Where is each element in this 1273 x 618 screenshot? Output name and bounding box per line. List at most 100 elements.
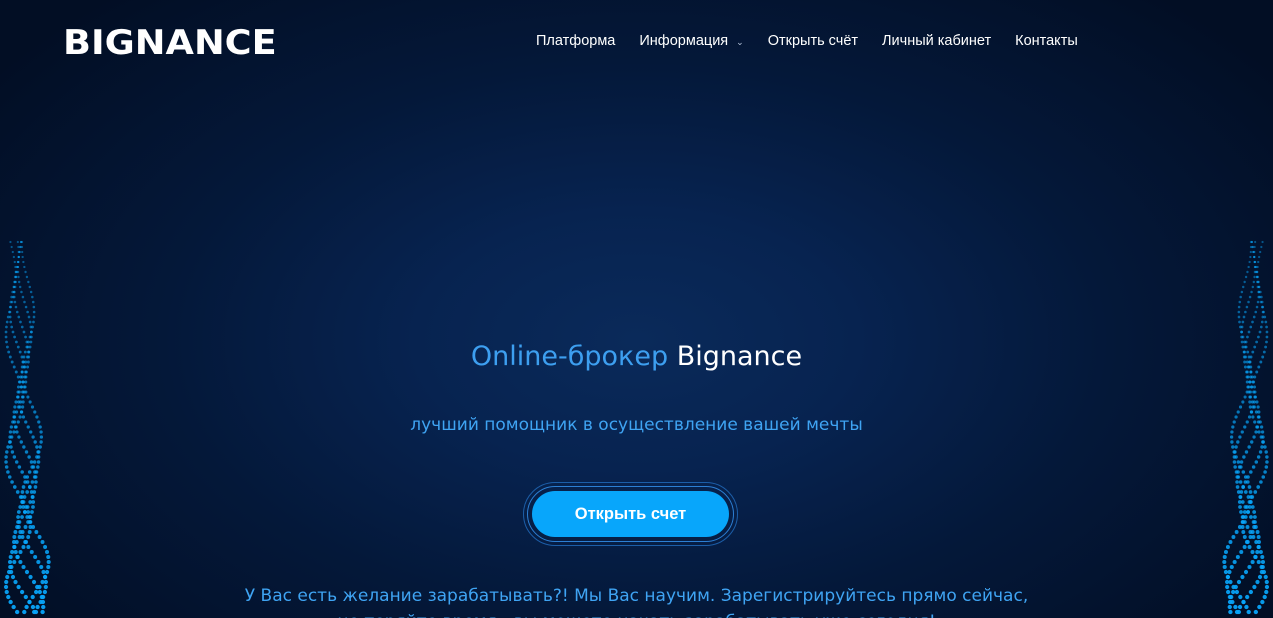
decor-dot [1237, 604, 1243, 610]
decor-dot [14, 270, 18, 274]
decor-dot [1253, 270, 1257, 274]
decor-dot [16, 395, 20, 399]
decor-dot [13, 549, 18, 555]
decor-dot [21, 545, 26, 549]
decor-dot [1261, 315, 1265, 319]
decor-dot [1225, 545, 1230, 549]
decor-dot [1241, 320, 1245, 324]
decor-dot [1244, 450, 1249, 454]
decor-dot [1252, 525, 1257, 529]
decor-dot [1253, 275, 1256, 279]
decor-dot [1255, 400, 1259, 404]
decor-dot [23, 594, 28, 600]
decor-dot [1245, 305, 1249, 309]
decor-dot [17, 260, 20, 264]
decor-dot [23, 525, 28, 529]
decor-dot [38, 599, 43, 605]
decor-dot [1234, 589, 1239, 595]
decor-dot [12, 455, 17, 459]
decor-dot [38, 445, 42, 449]
decor-dot [15, 310, 19, 314]
decor-dot [16, 240, 19, 244]
decor-dot [7, 475, 12, 479]
nav-item-personal-cabinet[interactable]: Личный кабинет [882, 33, 991, 49]
decor-dot [1262, 594, 1267, 600]
decor-dot [46, 554, 51, 560]
nav-item-contacts[interactable]: Контакты [1015, 33, 1078, 49]
decor-dot [22, 609, 27, 615]
decor-dot [1239, 295, 1242, 299]
decor-dot [1251, 465, 1256, 469]
decor-dot [1236, 440, 1240, 444]
decor-dot [26, 545, 31, 549]
decor-dot [21, 250, 24, 254]
decor-dot [1249, 325, 1253, 329]
decor-dot [42, 589, 47, 595]
decor-dot [31, 505, 35, 509]
decor-dot [33, 554, 38, 560]
decor-dot [1250, 290, 1253, 294]
decor-dot [1245, 390, 1249, 394]
decor-dot [20, 245, 24, 249]
decor-dot [13, 280, 16, 284]
decor-dot [6, 445, 10, 449]
nav-item-platform[interactable]: Платформа [536, 33, 615, 49]
decor-dot [1223, 549, 1228, 555]
decor-dot [1234, 445, 1238, 449]
decor-dot [5, 450, 9, 454]
decor-dot [1239, 325, 1242, 329]
decor-dot [21, 380, 25, 384]
decor-dot [1241, 285, 1245, 289]
decor-dot [20, 589, 25, 595]
decor-dot [16, 270, 20, 274]
decor-dot [5, 574, 10, 580]
decor-dot [18, 530, 23, 534]
decor-dot [24, 450, 29, 454]
decor-dot [1238, 300, 1242, 304]
decor-dot [1243, 505, 1248, 509]
decor-dot [12, 559, 17, 565]
decor-dot [4, 330, 8, 334]
decor-dot [29, 290, 33, 294]
decor-dot [1242, 545, 1247, 549]
decor-dot [5, 320, 9, 324]
decor-dot [13, 260, 16, 264]
decor-dot [1251, 405, 1255, 409]
decor-dot [20, 515, 24, 519]
decor-dot [20, 490, 25, 494]
decor-dot [8, 440, 12, 444]
decor-dot [1250, 549, 1255, 555]
decor-dot [1257, 285, 1261, 289]
decor-dot [1243, 569, 1249, 575]
decor-dot [1237, 310, 1241, 314]
decor-dot [1236, 460, 1241, 464]
nav-item-open-account[interactable]: Открыть счёт [768, 33, 858, 49]
decor-dot [1265, 330, 1269, 334]
decor-dot [1252, 515, 1257, 519]
hero-title-brand: Bignance [676, 341, 803, 372]
decor-dot [1238, 495, 1243, 499]
hero-title: Online-брокер Bignance [0, 338, 1273, 376]
decor-dot [1255, 579, 1260, 585]
decor-dot [1252, 520, 1257, 524]
decor-dot [1244, 490, 1248, 494]
logo[interactable]: BIGNANCE [63, 24, 277, 62]
decor-dot [19, 320, 22, 324]
decor-dot [1256, 455, 1261, 459]
decor-dot [16, 385, 21, 389]
decor-dot [18, 405, 22, 409]
open-account-button[interactable]: Открыть счет [532, 491, 729, 537]
decor-dot [28, 574, 33, 580]
main-nav: Платформа Информация ⌄ Открыть счёт Личн… [536, 33, 1078, 49]
decor-dot [1249, 515, 1253, 519]
decor-dot [1248, 260, 1251, 264]
decor-dot [27, 455, 31, 459]
nav-item-information[interactable]: Информация ⌄ [639, 33, 743, 49]
decor-dot [1247, 505, 1252, 509]
decor-dot [17, 315, 21, 319]
decor-dot [12, 255, 16, 259]
decor-dot [1248, 295, 1252, 299]
decor-dot [30, 330, 33, 334]
decor-dot [17, 275, 20, 279]
decor-dot [26, 310, 29, 314]
